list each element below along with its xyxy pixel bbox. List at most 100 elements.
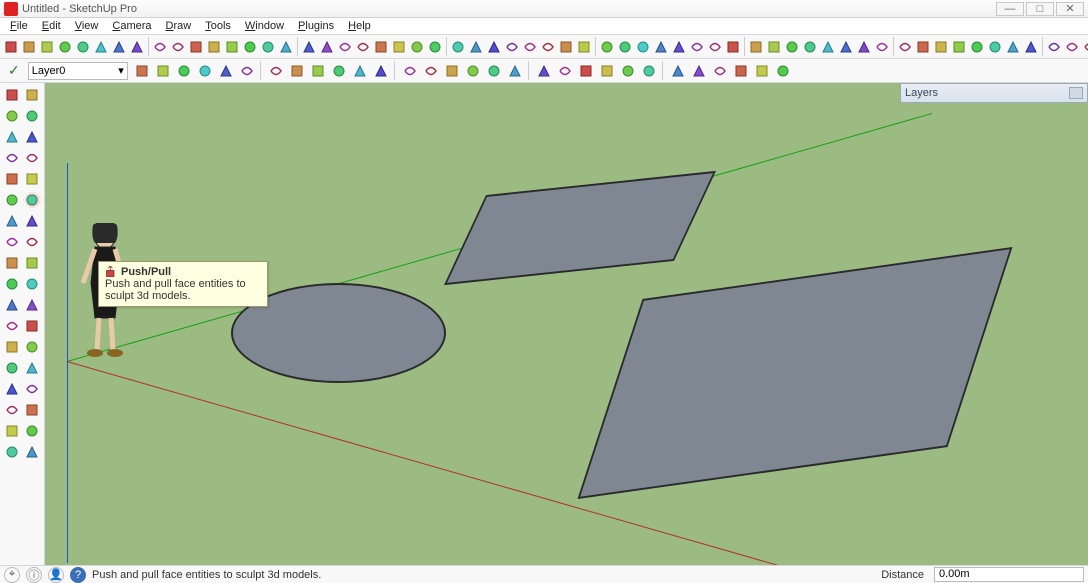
layer-select[interactable]: Layer0 ▾ [28,62,128,80]
tool-polygon[interactable] [2,169,22,189]
tool-zoom-ext[interactable] [2,379,22,399]
tool-pencil[interactable] [23,127,43,147]
help-icon[interactable]: ? [70,567,86,583]
rectangle-face-2[interactable] [578,247,1013,499]
toolbar-button-22[interactable] [409,37,425,56]
toolbar-button-57[interactable] [1064,37,1080,56]
tool-addloc[interactable] [23,442,43,462]
toolbar-button-39[interactable] [725,37,741,56]
tool-offset[interactable] [2,232,22,252]
toolbar-button-0[interactable] [3,37,19,56]
toolbar-button-14[interactable] [260,37,276,56]
toolbar-button-47[interactable] [874,37,890,56]
toolbar2-button-7[interactable] [288,61,307,80]
tool-line[interactable] [2,106,22,126]
tool-curve[interactable] [23,148,43,168]
tool-position[interactable] [23,379,43,399]
toolbar2-button-11[interactable] [372,61,391,80]
toolbar-button-56[interactable] [1046,37,1062,56]
toolbar-button-5[interactable] [93,37,109,56]
menu-plugins[interactable]: Plugins [292,19,340,33]
toolbar2-button-6[interactable] [267,61,286,80]
toolbar-button-1[interactable] [21,37,37,56]
toolbar-button-29[interactable] [540,37,556,56]
toolbar2-button-14[interactable] [443,61,462,80]
toolbar-button-51[interactable] [951,37,967,56]
toolbar2-button-2[interactable] [175,61,194,80]
toolbar2-button-26[interactable] [711,61,730,80]
toolbar-button-23[interactable] [427,37,443,56]
toolbar2-button-18[interactable] [535,61,554,80]
toolbar-button-37[interactable] [689,37,705,56]
toolbar-button-2[interactable] [39,37,55,56]
toolbar2-button-12[interactable] [401,61,420,80]
toolbar-button-6[interactable] [111,37,127,56]
tool-style[interactable] [2,442,22,462]
toolbar-button-10[interactable] [188,37,204,56]
toolbar2-button-5[interactable] [238,61,257,80]
tool-select[interactable] [2,85,22,105]
toolbar2-button-22[interactable] [619,61,638,80]
tool-protractor[interactable] [2,274,22,294]
toolbar-button-12[interactable] [224,37,240,56]
toolbar-button-42[interactable] [784,37,800,56]
tool-sandbox[interactable] [23,421,43,441]
toolbar-button-15[interactable] [278,37,294,56]
toolbar-button-33[interactable] [617,37,633,56]
tool-move[interactable] [2,190,22,210]
toolbar-button-17[interactable] [319,37,335,56]
toolbar-button-9[interactable] [170,37,186,56]
toolbar-button-8[interactable] [152,37,168,56]
toolbar-button-18[interactable] [337,37,353,56]
tool-3dtext[interactable] [2,400,22,420]
tool-orbit[interactable] [23,316,43,336]
toolbar-button-53[interactable] [987,37,1003,56]
toolbar2-button-1[interactable] [154,61,173,80]
tool-zoom[interactable] [23,337,43,357]
toolbar2-button-21[interactable] [598,61,617,80]
tool-section[interactable] [2,316,22,336]
toolbar-button-46[interactable] [856,37,872,56]
tool-walk[interactable] [2,358,22,378]
status-icon-3[interactable]: 👤 [48,567,64,583]
rectangle-face-1[interactable] [444,171,716,285]
toolbar2-button-19[interactable] [556,61,575,80]
menu-file[interactable]: File [4,19,34,33]
tool-tape[interactable] [2,253,22,273]
toolbar2-button-29[interactable] [774,61,793,80]
menu-help[interactable]: Help [342,19,377,33]
toolbar-button-49[interactable] [915,37,931,56]
toolbar-button-44[interactable] [820,37,836,56]
viewport-3d[interactable]: Push/Pull Push and pull face entities to… [45,83,1088,565]
toolbar-button-32[interactable] [599,37,615,56]
layers-panel[interactable]: Layers [900,83,1088,103]
toolbar2-button-25[interactable] [690,61,709,80]
toolbar2-button-0[interactable] [133,61,152,80]
status-icon-1[interactable]: ⌖ [4,567,20,583]
menu-view[interactable]: View [69,19,105,33]
toolbar-button-58[interactable] [1082,37,1088,56]
tool-paint[interactable] [23,211,43,231]
toolbar-button-45[interactable] [838,37,854,56]
toolbar-button-31[interactable] [576,37,592,56]
toolbar-button-40[interactable] [748,37,764,56]
toolbar2-button-4[interactable] [217,61,236,80]
toolbar2-button-17[interactable] [506,61,525,80]
toolbar-button-48[interactable] [897,37,913,56]
toolbar-button-43[interactable] [802,37,818,56]
toolbar2-button-20[interactable] [577,61,596,80]
toolbar-button-11[interactable] [206,37,222,56]
minimize-button[interactable]: — [996,2,1024,16]
tool-followme[interactable] [23,253,43,273]
toolbar-button-26[interactable] [486,37,502,56]
tool-previous[interactable] [2,421,22,441]
toolbar-button-13[interactable] [242,37,258,56]
tool-arc[interactable] [23,169,43,189]
toolbar2-button-15[interactable] [464,61,483,80]
toolbar-button-36[interactable] [671,37,687,56]
toolbar-button-35[interactable] [653,37,669,56]
toolbar-button-55[interactable] [1023,37,1039,56]
toolbar-button-7[interactable] [129,37,145,56]
tool-text[interactable] [23,274,43,294]
toolbar-button-19[interactable] [355,37,371,56]
